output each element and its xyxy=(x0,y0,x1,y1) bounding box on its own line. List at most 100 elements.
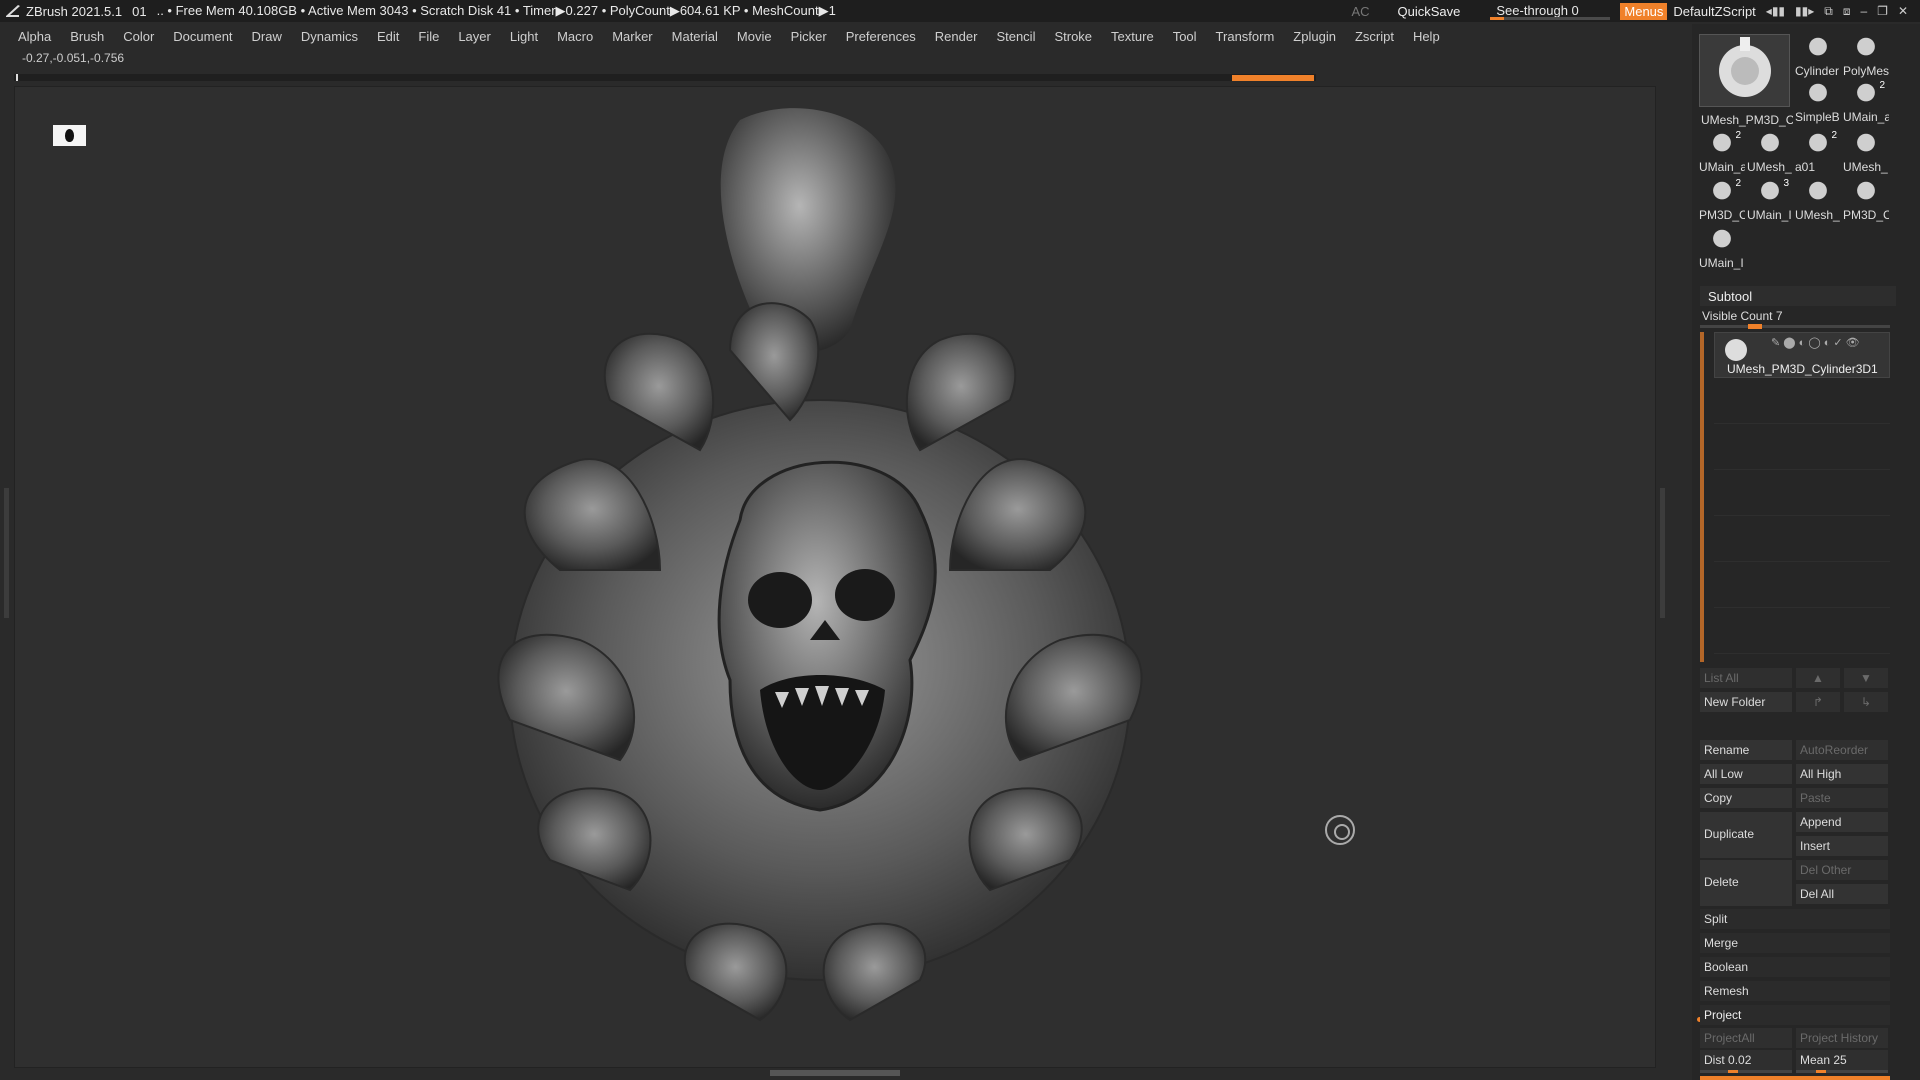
paste-button[interactable]: Paste xyxy=(1796,788,1888,808)
tool-thumbnail[interactable]: UMesh_ xyxy=(1747,130,1793,176)
sculpt-mesh-skull-pendant[interactable] xyxy=(490,100,1150,1040)
dist-slider-knob[interactable] xyxy=(1728,1070,1738,1073)
tool-subtool-count: 2 xyxy=(1831,130,1837,141)
move-down-icon[interactable]: ▼ xyxy=(1844,668,1888,688)
layout-right-icon[interactable]: ▮▮▸ xyxy=(1795,4,1814,19)
menu-alpha[interactable]: Alpha xyxy=(18,29,51,44)
split-section[interactable]: Split xyxy=(1700,909,1890,929)
active-tool-thumbnail[interactable] xyxy=(1699,34,1790,107)
merge-section[interactable]: Merge xyxy=(1700,933,1890,953)
menu-draw[interactable]: Draw xyxy=(252,29,282,44)
dist-slider[interactable]: Dist 0.02 xyxy=(1700,1050,1792,1070)
menu-zplugin[interactable]: Zplugin xyxy=(1293,29,1336,44)
menu-stencil[interactable]: Stencil xyxy=(996,29,1035,44)
menu-tool[interactable]: Tool xyxy=(1173,29,1197,44)
restore-icon[interactable]: ❐ xyxy=(1877,4,1888,19)
list-all-button[interactable]: List All xyxy=(1700,668,1792,688)
float-icon[interactable]: ⧈ xyxy=(1843,4,1851,19)
menu-preferences[interactable]: Preferences xyxy=(846,29,916,44)
menu-help[interactable]: Help xyxy=(1413,29,1440,44)
right-tray-handle[interactable] xyxy=(1660,488,1665,618)
visible-count-slider[interactable] xyxy=(1700,324,1890,329)
menu-picker[interactable]: Picker xyxy=(791,29,827,44)
all-low-button[interactable]: All Low xyxy=(1700,764,1792,784)
menus-button[interactable]: Menus xyxy=(1620,2,1668,20)
menu-layer[interactable]: Layer xyxy=(458,29,491,44)
mean-slider[interactable]: Mean 25 xyxy=(1796,1050,1888,1070)
move-up-icon[interactable]: ▲ xyxy=(1796,668,1840,688)
tool-thumbnail[interactable]: Cylinder xyxy=(1795,34,1841,80)
menu-marker[interactable]: Marker xyxy=(612,29,652,44)
menu-stroke[interactable]: Stroke xyxy=(1054,29,1092,44)
default-zscript-button[interactable]: DefaultZScript xyxy=(1673,4,1755,19)
tool-mesh-icon xyxy=(1809,83,1827,102)
left-tray-handle[interactable] xyxy=(4,488,9,618)
menu-transform[interactable]: Transform xyxy=(1216,29,1275,44)
menu-render[interactable]: Render xyxy=(935,29,978,44)
duplicate-button[interactable]: Duplicate xyxy=(1700,812,1792,858)
insert-button[interactable]: Insert xyxy=(1796,836,1888,856)
menu-material[interactable]: Material xyxy=(672,29,718,44)
tool-thumbnail[interactable]: UMesh_ xyxy=(1843,130,1889,176)
mean-slider-knob[interactable] xyxy=(1816,1070,1826,1073)
close-icon[interactable]: ✕ xyxy=(1898,4,1908,19)
menu-edit[interactable]: Edit xyxy=(377,29,399,44)
visible-count-knob[interactable] xyxy=(1748,324,1762,329)
subtool-header[interactable]: Subtool xyxy=(1700,286,1896,306)
menu-texture[interactable]: Texture xyxy=(1111,29,1154,44)
subtool-scrollbar[interactable] xyxy=(1700,332,1704,662)
subtool-toggle-icons[interactable]: ✎ ⬤ ◐ ◯ ◐ ✓ 👁 xyxy=(1771,336,1860,349)
tool-thumbnail[interactable]: PolyMes xyxy=(1843,34,1889,80)
quicksave-button[interactable]: QuickSave xyxy=(1398,4,1461,19)
tool-thumbnail[interactable]: 2 UMain_a xyxy=(1699,130,1745,176)
boolean-section[interactable]: Boolean xyxy=(1700,957,1890,977)
tool-thumbnail[interactable]: 2 PM3D_C xyxy=(1699,178,1745,224)
tool-thumbnail[interactable]: 2 UMain_a xyxy=(1843,80,1889,126)
layout-left-icon[interactable]: ◂▮▮ xyxy=(1766,4,1785,19)
menu-zscript[interactable]: Zscript xyxy=(1355,29,1394,44)
ac-toggle[interactable]: AC xyxy=(1351,4,1369,19)
tile-icon[interactable]: ⧉ xyxy=(1824,4,1833,19)
project-section[interactable]: Project xyxy=(1700,1005,1890,1025)
timeline-bar[interactable] xyxy=(14,74,1316,81)
see-through-fill xyxy=(1490,17,1505,20)
remesh-section[interactable]: Remesh xyxy=(1700,981,1890,1001)
menu-light[interactable]: Light xyxy=(510,29,538,44)
tool-subtool-count: 2 xyxy=(1735,178,1741,189)
bottom-tray-handle[interactable] xyxy=(770,1070,900,1076)
tool-thumbnail[interactable]: 2 a01 xyxy=(1795,130,1841,176)
menu-color[interactable]: Color xyxy=(123,29,154,44)
arrow-down-right-icon[interactable]: ↳ xyxy=(1844,692,1888,712)
menu-movie[interactable]: Movie xyxy=(737,29,772,44)
tool-thumbnail[interactable]: UMesh_ xyxy=(1795,178,1841,224)
floor-grid-icon[interactable] xyxy=(53,125,86,146)
tool-palette-grid: UMesh_PM3D_C Cylinder PolyMes SimpleB 2 UMai… xyxy=(1699,34,1891,274)
auto-reorder-button[interactable]: AutoReorder xyxy=(1796,740,1888,760)
arrow-up-right-icon[interactable]: ↱ xyxy=(1796,692,1840,712)
copy-button[interactable]: Copy xyxy=(1700,788,1792,808)
timeline-marker[interactable] xyxy=(1232,75,1314,81)
new-folder-button[interactable]: New Folder xyxy=(1700,692,1792,712)
tool-thumbnail[interactable]: UMain_I xyxy=(1699,226,1745,272)
rename-button[interactable]: Rename xyxy=(1700,740,1792,760)
tool-thumbnail[interactable]: 3 UMain_I xyxy=(1747,178,1793,224)
project-history-button[interactable]: Project History xyxy=(1796,1028,1888,1048)
tool-thumbnail[interactable]: PM3D_C xyxy=(1843,178,1889,224)
project-all-button[interactable]: ProjectAll xyxy=(1700,1028,1792,1048)
delete-button[interactable]: Delete xyxy=(1700,860,1792,906)
tool-label: UMain_I xyxy=(1747,208,1792,222)
menu-brush[interactable]: Brush xyxy=(70,29,104,44)
all-high-button[interactable]: All High xyxy=(1796,764,1888,784)
menu-file[interactable]: File xyxy=(418,29,439,44)
see-through-track xyxy=(1490,17,1611,20)
subtool-item[interactable]: ✎ ⬤ ◐ ◯ ◐ ✓ 👁 UMesh_PM3D_Cylinder3D1 xyxy=(1714,332,1890,378)
menu-document[interactable]: Document xyxy=(173,29,232,44)
minimize-icon[interactable]: – xyxy=(1860,4,1867,19)
append-button[interactable]: Append xyxy=(1796,812,1888,832)
menu-macro[interactable]: Macro xyxy=(557,29,593,44)
tool-thumbnail[interactable]: SimpleB xyxy=(1795,80,1841,126)
menu-dynamics[interactable]: Dynamics xyxy=(301,29,358,44)
see-through-slider[interactable]: See-through 0 xyxy=(1490,2,1611,20)
del-other-button[interactable]: Del Other xyxy=(1796,860,1888,880)
del-all-button[interactable]: Del All xyxy=(1796,884,1888,904)
